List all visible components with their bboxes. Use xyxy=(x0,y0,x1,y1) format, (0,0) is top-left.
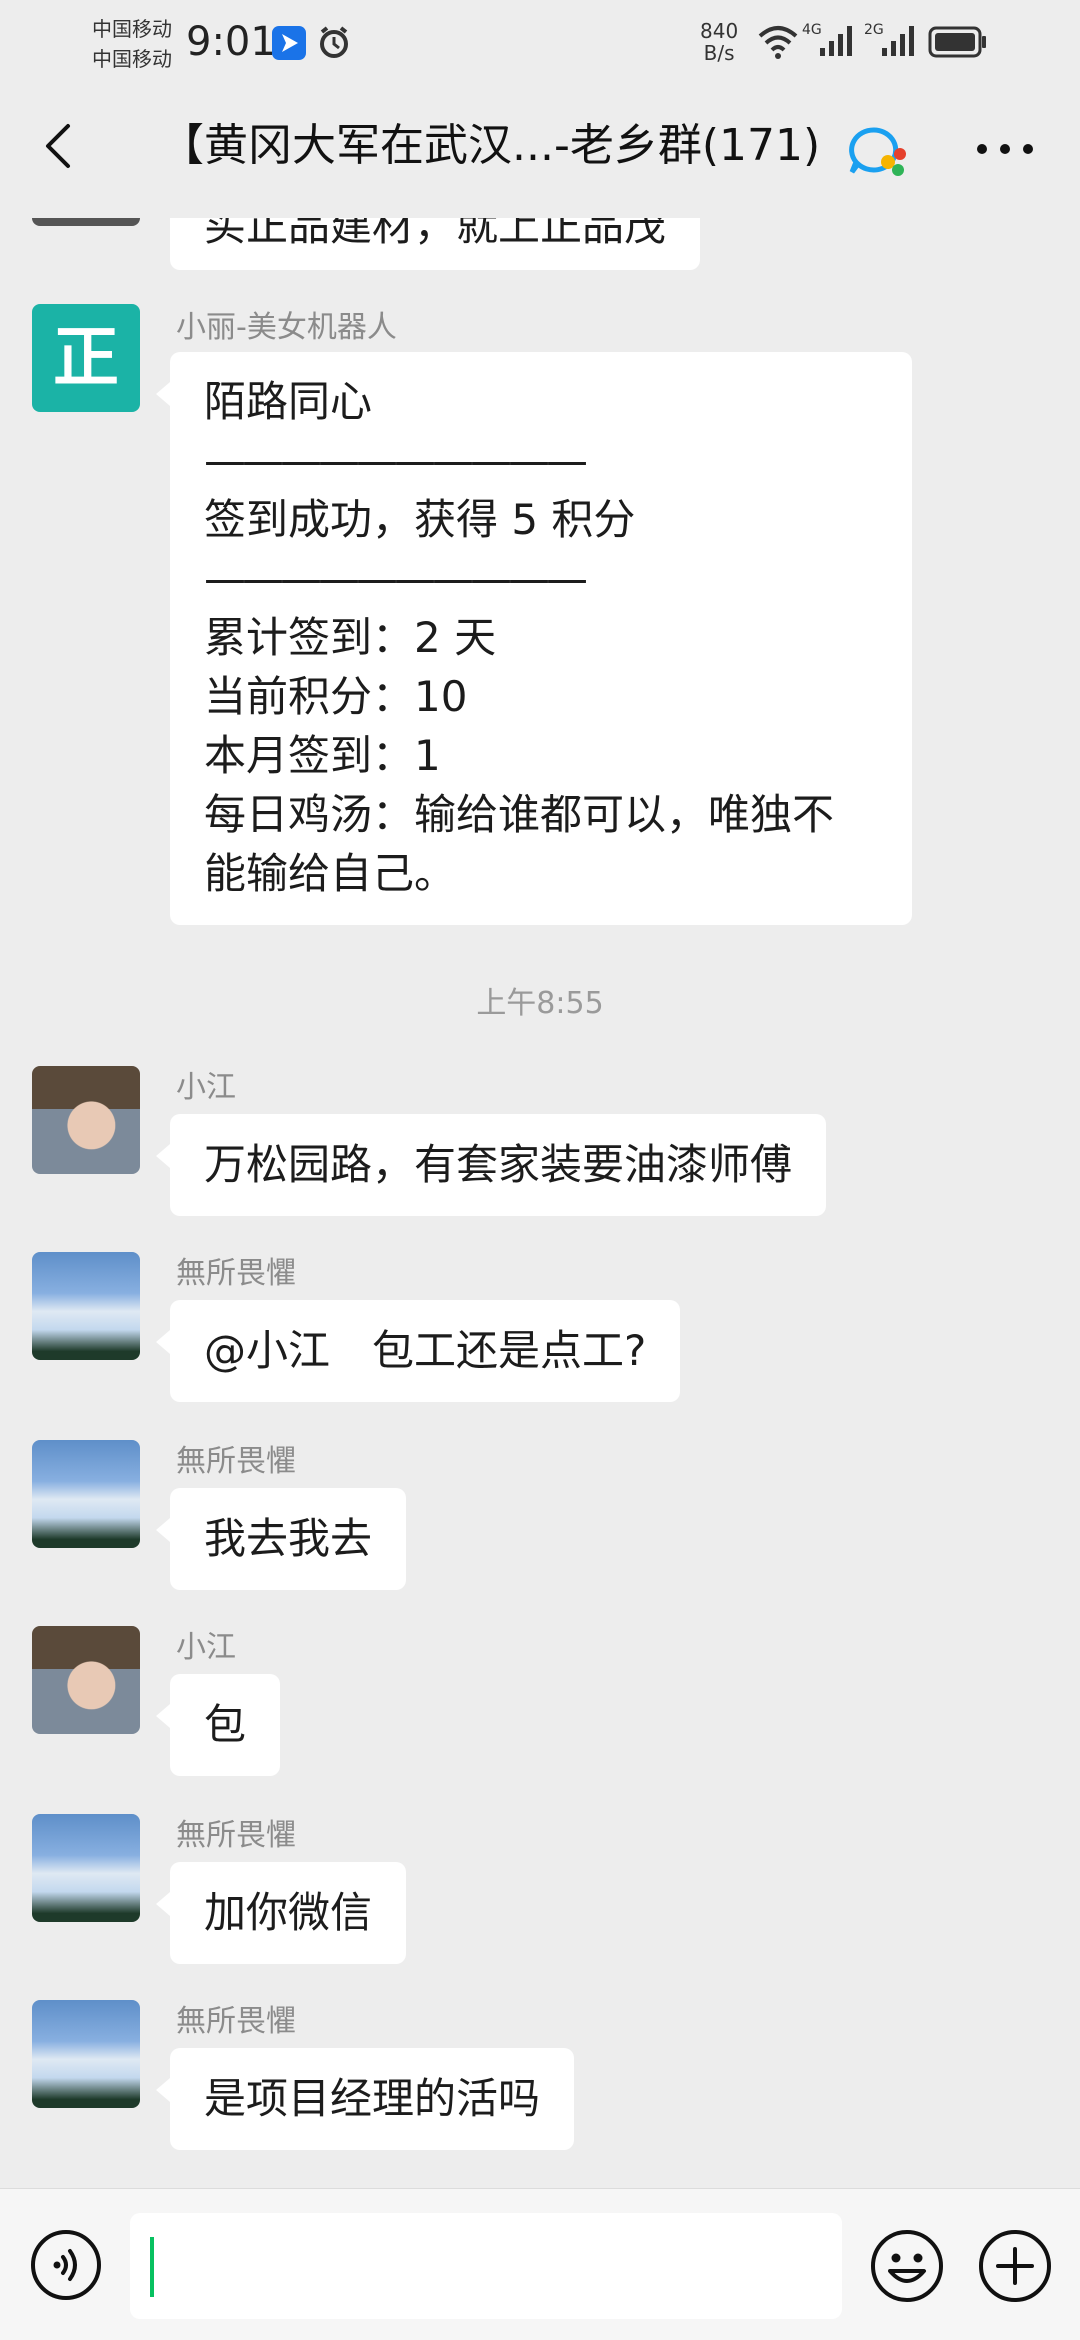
message-line: 陌路同心 xyxy=(204,377,373,426)
wifi-icon xyxy=(758,26,798,59)
sender-name: 小江 xyxy=(176,1630,236,1665)
net-speed-unit: B/s xyxy=(703,41,735,65)
message-text: 包 xyxy=(204,1700,247,1749)
voice-button[interactable] xyxy=(30,2229,102,2301)
net-speed-value: 840 xyxy=(700,19,739,43)
avatar[interactable] xyxy=(32,1440,140,1548)
signal-icon xyxy=(882,26,914,56)
avatar[interactable] xyxy=(32,2000,140,2108)
signal-icon xyxy=(820,26,852,56)
carrier-info: 中国移动 中国移动 xyxy=(92,14,172,74)
chat-header: 【黄冈大军在武汉...-老乡群(171) xyxy=(0,84,1080,218)
sender-name: 無所畏懼 xyxy=(176,1444,296,1479)
avatar[interactable] xyxy=(32,1626,140,1734)
message-input[interactable] xyxy=(130,2213,842,2319)
message-text: 万松园路，有套家装要油漆师傅 xyxy=(204,1140,793,1189)
status-bar: 中国移动 中国移动 9:01 840 B/s 4G 2G xyxy=(0,0,1080,84)
message-bubble[interactable]: 是项目经理的活吗 xyxy=(155,2048,575,2150)
message-text: 买正品建材，就上正品茂 xyxy=(204,218,667,250)
chat-screen: 中国移动 中国移动 9:01 840 B/s 4G 2G 【黄冈大军在武汉...… xyxy=(0,0,1080,2340)
carrier-2-label: 中国移动 xyxy=(92,47,172,71)
message-bubble[interactable]: 加你微信 xyxy=(155,1862,407,1964)
emoji-button[interactable] xyxy=(870,2229,944,2303)
message-bubble[interactable]: 包 xyxy=(155,1674,281,1776)
message-line: 本月签到：1 xyxy=(204,731,441,780)
message-text: 是项目经理的活吗 xyxy=(204,2074,541,2123)
input-bar xyxy=(0,2188,1080,2340)
back-button[interactable] xyxy=(28,114,92,178)
message-line: 当前积分：10 xyxy=(204,672,468,721)
avatar[interactable] xyxy=(32,1252,140,1360)
sender-name: 小丽-美女机器人 xyxy=(176,310,397,345)
message-timestamp: 上午8:55 xyxy=(476,986,604,1021)
message-text: 加你微信 xyxy=(204,1888,373,1937)
avatar[interactable]: 正 xyxy=(32,304,140,412)
avatar[interactable] xyxy=(32,1066,140,1174)
chat-title: 【黄冈大军在武汉...-老乡群(171) xyxy=(160,120,821,171)
message-divider: —————————— xyxy=(204,436,588,485)
message-line: 累计签到：2 天 xyxy=(204,613,497,662)
sender-name: 無所畏懼 xyxy=(176,1818,296,1853)
message-bubble[interactable]: @小江 包工还是点工? xyxy=(155,1300,681,1402)
sender-name: 無所畏懼 xyxy=(176,1256,296,1291)
message-divider: —————————— xyxy=(204,554,588,603)
message-text: @小江 包工还是点工? xyxy=(204,1326,647,1375)
chat-bubble-icon xyxy=(849,127,906,176)
message-list[interactable]: 买正品建材，就上正品茂 正 小丽-美女机器人 陌路同心 —————————— 签… xyxy=(0,218,1080,2188)
message-bubble[interactable]: 陌路同心 —————————— 签到成功，获得 5 积分 —————————— … xyxy=(156,352,912,925)
message-line: 每日鸡汤：输给谁都可以，唯独不 xyxy=(204,790,835,839)
battery-icon xyxy=(928,26,986,58)
message-bubble[interactable]: 我去我去 xyxy=(155,1488,407,1590)
message-line: 能输给自己。 xyxy=(204,849,457,898)
text-cursor xyxy=(150,2237,154,2297)
avatar-char: 正 xyxy=(53,319,119,396)
message-bubble[interactable]: 买正品建材，就上正品茂 xyxy=(170,218,701,270)
message-bubble[interactable]: 万松园路，有套家装要油漆师傅 xyxy=(155,1114,827,1216)
plus-circle-button[interactable] xyxy=(978,2229,1052,2303)
message-text: 我去我去 xyxy=(204,1514,373,1563)
sender-name: 小江 xyxy=(176,1070,236,1105)
message-line: 签到成功，获得 5 积分 xyxy=(204,495,636,544)
status-time: 9:01 xyxy=(186,19,276,65)
net-speed: 840 B/s xyxy=(700,20,738,64)
sender-name: 無所畏懼 xyxy=(176,2004,296,2039)
location-arrow-icon xyxy=(272,26,306,60)
more-options-button[interactable] xyxy=(970,124,1040,174)
avatar[interactable] xyxy=(32,1814,140,1922)
alarm-icon xyxy=(320,26,348,58)
carrier-1-label: 中国移动 xyxy=(92,17,172,41)
avatar[interactable] xyxy=(32,218,140,226)
